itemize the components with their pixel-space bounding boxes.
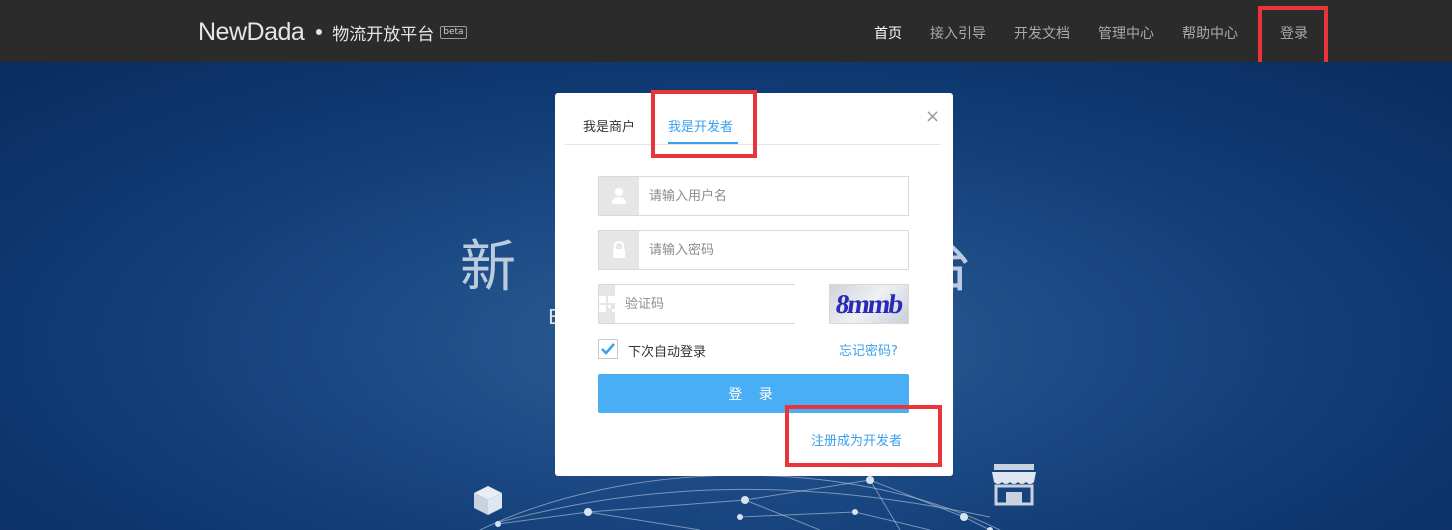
nav-home[interactable]: 首页	[874, 23, 902, 43]
platform-name: 物流开放平台	[332, 24, 435, 45]
username-input[interactable]	[639, 177, 908, 215]
captcha-input[interactable]	[615, 285, 805, 323]
qrcode-icon	[599, 285, 615, 323]
close-icon[interactable]: ×	[925, 106, 940, 127]
site-logo[interactable]: NewDada 物流开放平台 beta	[198, 18, 467, 46]
nav-management[interactable]: 管理中心	[1098, 23, 1154, 43]
store-icon	[992, 464, 1036, 506]
username-field	[598, 176, 909, 216]
login-tabs: 我是商户 我是开发者	[565, 93, 941, 145]
beta-badge: beta	[440, 25, 467, 39]
nav-guide[interactable]: 接入引导	[930, 23, 986, 43]
active-tab-underline	[668, 142, 738, 144]
box-icon	[474, 486, 502, 515]
tab-merchant[interactable]: 我是商户	[583, 116, 635, 135]
brand-name: NewDada	[198, 17, 305, 46]
check-icon	[601, 343, 615, 355]
remember-checkbox[interactable]	[598, 339, 618, 359]
tab-developer[interactable]: 我是开发者	[668, 116, 733, 135]
nav-docs[interactable]: 开发文档	[1014, 23, 1070, 43]
logo-dot	[316, 29, 323, 35]
login-modal: 我是商户 我是开发者 × 8mmb 下次自动登录 忘记密码? 登 录 注册成为开…	[555, 93, 953, 476]
nav-help[interactable]: 帮助中心	[1182, 23, 1238, 43]
password-input[interactable]	[639, 231, 908, 269]
lock-icon	[599, 231, 639, 269]
register-developer-link[interactable]: 注册成为开发者	[811, 430, 902, 449]
nav-login[interactable]: 登录	[1280, 23, 1308, 43]
forgot-password-link[interactable]: 忘记密码?	[839, 340, 898, 359]
captcha-field	[598, 284, 805, 324]
remember-label: 下次自动登录	[628, 345, 707, 360]
password-field	[598, 230, 909, 270]
top-navbar: NewDada 物流开放平台 beta 首页 接入引导 开发文档 管理中心 帮助…	[0, 0, 1452, 62]
login-button[interactable]: 登 录	[598, 374, 909, 413]
user-icon	[599, 177, 639, 215]
hero-title-left: 新	[460, 235, 536, 300]
captcha-image[interactable]: 8mmb	[829, 284, 909, 324]
captcha-text: 8mmb	[834, 288, 904, 319]
